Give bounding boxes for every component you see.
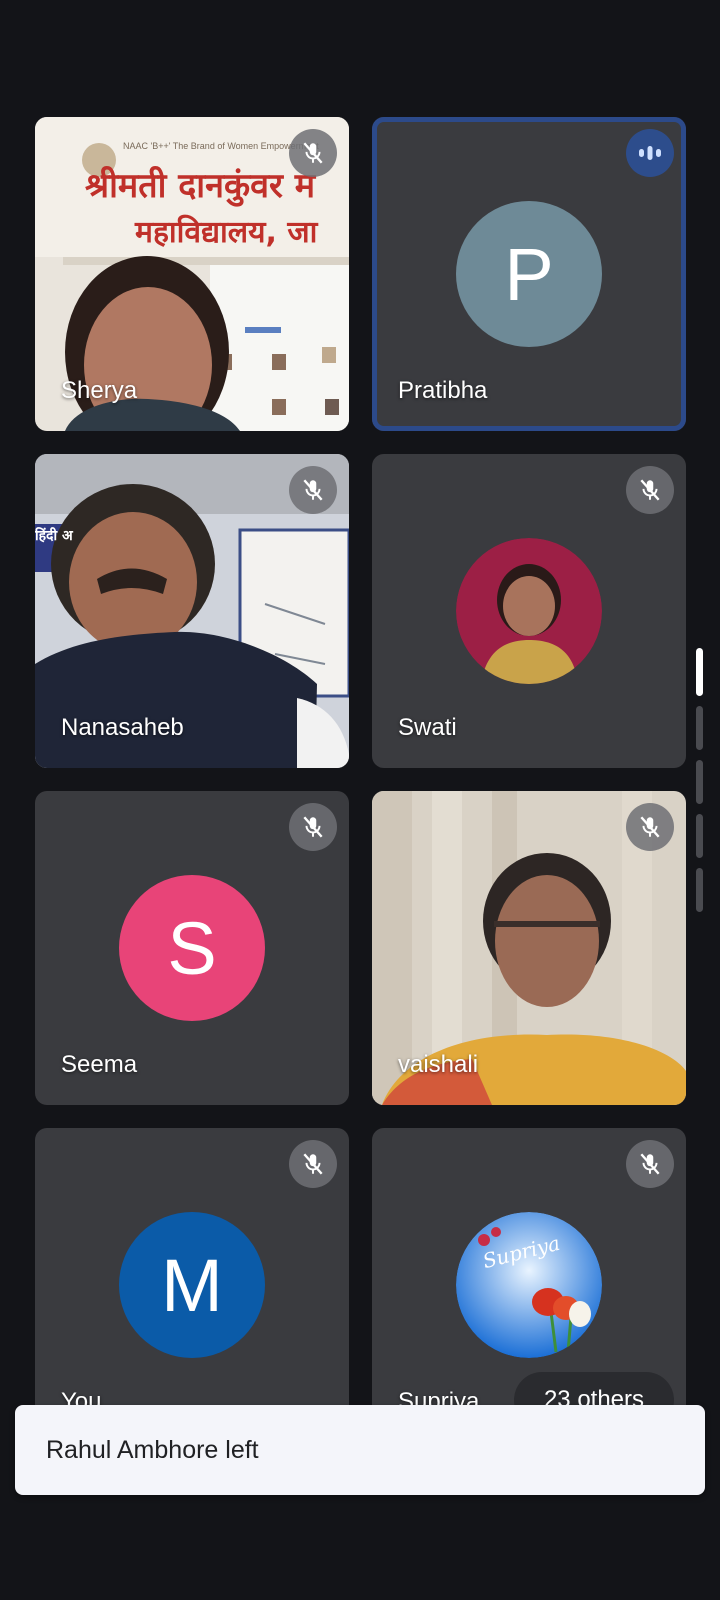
- mic-off-icon: [626, 1140, 674, 1188]
- mic-off-icon: [289, 466, 337, 514]
- participant-name: Pratibha: [398, 377, 488, 404]
- participant-tile-sherya[interactable]: NAAC 'B++' The Brand of Women Empowermen…: [35, 117, 349, 431]
- avatar-photo: [456, 1212, 602, 1358]
- scrollbar-segment: [696, 814, 703, 858]
- participant-name: vaishali: [398, 1051, 479, 1078]
- participant-name: Seema: [61, 1051, 138, 1078]
- mic-off-icon: [289, 803, 337, 851]
- nanasaheb-sign: हिंदी अ: [35, 528, 73, 544]
- participant-tile-vaishali[interactable]: vaishali: [372, 791, 686, 1105]
- sherya-banner-line1: श्रीमती दानकुंवर म: [85, 166, 316, 206]
- scrollbar-thumb[interactable]: [696, 648, 703, 696]
- scrollbar-segment: [696, 868, 703, 912]
- participant-tile-swati[interactable]: Swati: [372, 454, 686, 768]
- toast-notification: Rahul Ambhore left: [15, 1405, 705, 1495]
- scrollbar-segment: [696, 706, 703, 750]
- sherya-banner-line2: महाविद्यालय, जा: [135, 215, 318, 250]
- mic-off-icon: [289, 129, 337, 177]
- avatar-initial: S: [167, 906, 217, 990]
- scrollbar-segment: [696, 760, 703, 804]
- avatar-initial: M: [161, 1243, 223, 1327]
- participant-tile-seema[interactable]: S Seema: [35, 791, 349, 1105]
- avatar-initial: P: [504, 232, 554, 316]
- participant-tile-nanasaheb[interactable]: हिंदी अ Nanasaheb: [35, 454, 349, 768]
- participant-name: Sherya: [61, 377, 138, 404]
- avatar: P: [456, 201, 602, 347]
- avatar: S: [119, 875, 265, 1021]
- participant-name: Nanasaheb: [61, 714, 184, 741]
- audio-level-icon: [626, 129, 674, 177]
- mic-off-icon: [626, 466, 674, 514]
- participant-tile-you[interactable]: M You: [35, 1128, 349, 1442]
- participant-name: Swati: [398, 714, 457, 741]
- scrollbar[interactable]: [696, 648, 703, 922]
- mic-off-icon: [626, 803, 674, 851]
- toast-message: Rahul Ambhore left: [46, 1435, 259, 1464]
- mic-off-icon: [289, 1140, 337, 1188]
- avatar-photo: [456, 538, 602, 684]
- participant-tile-pratibha[interactable]: P Pratibha: [372, 117, 686, 431]
- avatar: M: [119, 1212, 265, 1358]
